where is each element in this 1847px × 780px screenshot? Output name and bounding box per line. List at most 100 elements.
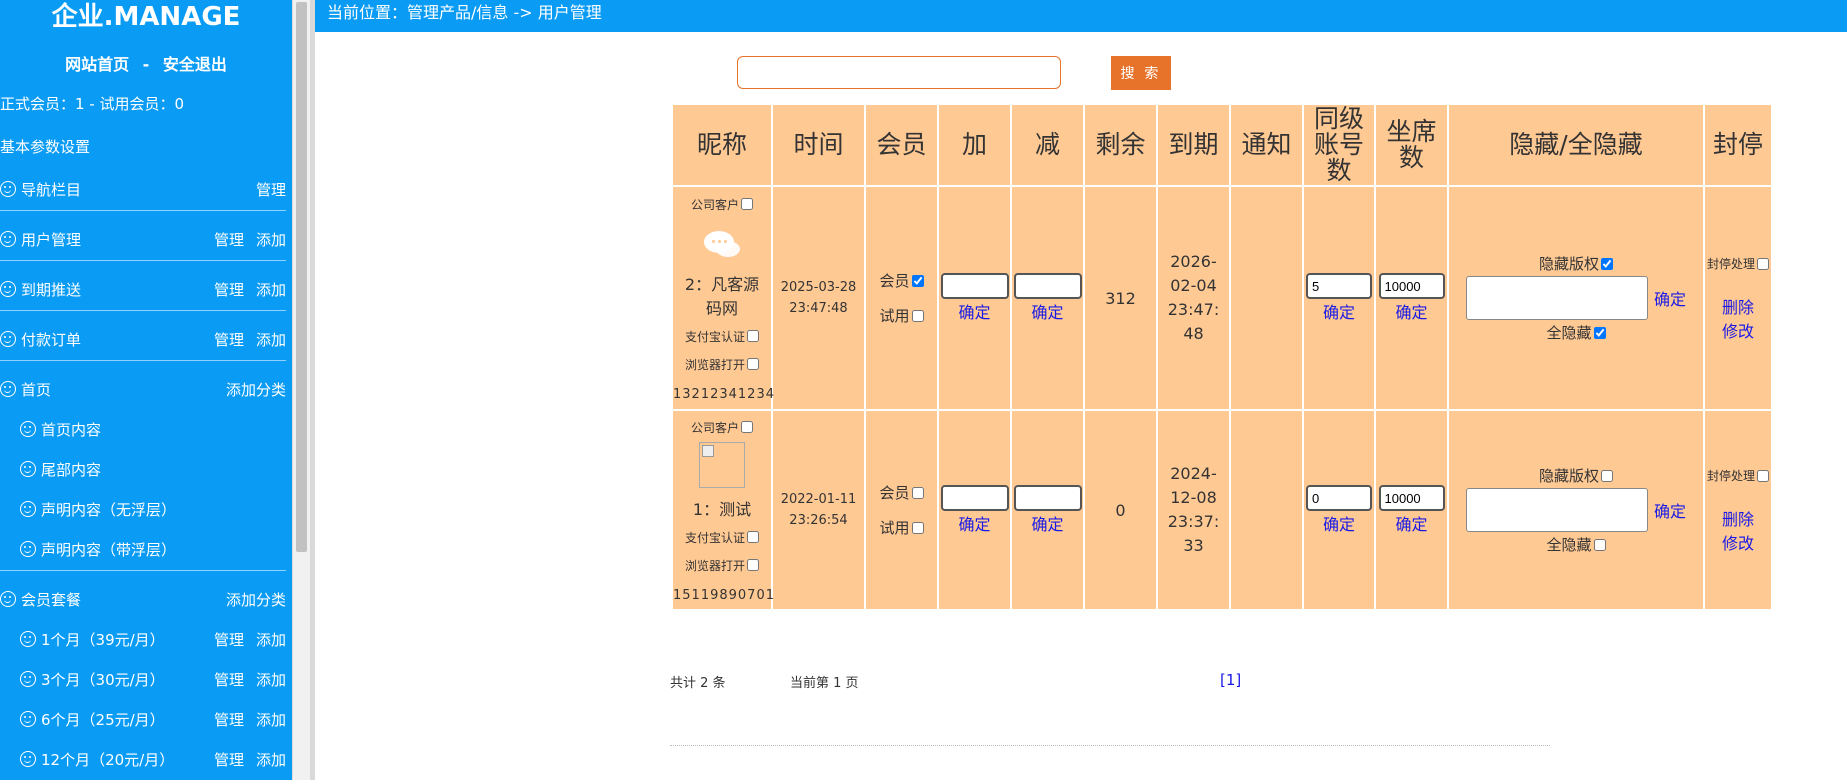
hide-confirm-link[interactable]: 确定 xyxy=(1654,286,1686,310)
manage-link[interactable]: 管理 xyxy=(214,709,244,730)
manage-link[interactable]: 管理 xyxy=(214,229,244,250)
add-link[interactable]: 添加 xyxy=(256,279,286,300)
search-input[interactable] xyxy=(737,56,1061,89)
page-link-1[interactable]: [1] xyxy=(1220,671,1241,689)
trial-checkbox[interactable] xyxy=(911,309,924,322)
edit-link[interactable]: 修改 xyxy=(1705,318,1771,342)
hide-confirm-link[interactable]: 确定 xyxy=(1654,498,1686,522)
sidebar-item[interactable]: 会员套餐 添加分类 xyxy=(0,579,292,619)
sidebar-item-label-wrap: 声明内容（无浮层） xyxy=(0,499,292,520)
company-customer-checkbox[interactable] xyxy=(741,198,753,210)
sidebar-item[interactable]: 导航栏目 管理 xyxy=(0,169,292,211)
sidebar-item-label[interactable]: 12个月（20元/月） xyxy=(41,749,174,770)
add-link[interactable]: 添加 xyxy=(256,749,286,770)
add-link[interactable]: 添加 xyxy=(256,629,286,650)
member-checkbox[interactable] xyxy=(911,274,924,287)
seats-input[interactable] xyxy=(1378,485,1445,511)
hide-all-checkbox[interactable] xyxy=(1593,326,1606,339)
same-level-confirm-link[interactable]: 确定 xyxy=(1304,511,1374,535)
subtract-confirm-link[interactable]: 确定 xyxy=(1012,299,1083,323)
add-link[interactable]: 添加 xyxy=(256,229,286,250)
add-days-input[interactable] xyxy=(940,485,1009,511)
edit-link[interactable]: 修改 xyxy=(1705,530,1771,554)
sidebar-item-label[interactable]: 付款订单 xyxy=(21,329,81,350)
sidebar-item[interactable]: 付款订单 管理 添加 xyxy=(0,319,292,361)
same-level-input[interactable] xyxy=(1306,485,1372,511)
search-button[interactable]: 搜 索 xyxy=(1111,56,1171,90)
sidebar-item-label[interactable]: 首页 xyxy=(21,379,51,400)
sidebar-item[interactable]: 首页 添加分类 xyxy=(0,369,292,409)
ban-wrap: 封停处理 xyxy=(1707,467,1769,484)
cell-line: 公司客户 xyxy=(673,418,771,436)
add-link[interactable]: 添加 xyxy=(256,329,286,350)
sidebar-item-label[interactable]: 声明内容（无浮层） xyxy=(41,499,176,520)
add-confirm-link[interactable]: 确定 xyxy=(939,299,1010,323)
sidebar-item[interactable]: 尾部内容 xyxy=(0,449,292,489)
manage-link[interactable]: 管理 xyxy=(214,629,244,650)
alipay-verify-checkbox[interactable] xyxy=(747,330,759,342)
seats-input[interactable] xyxy=(1378,273,1445,299)
browser-open-checkbox[interactable] xyxy=(747,358,759,370)
subtract-confirm-link[interactable]: 确定 xyxy=(1012,511,1083,535)
alipay-verify-checkbox[interactable] xyxy=(747,531,759,543)
browser-open-checkbox[interactable] xyxy=(747,559,759,571)
sidebar-scrollbar[interactable] xyxy=(292,0,311,780)
home-link[interactable]: 网站首页 xyxy=(65,51,129,75)
hide-text-input[interactable] xyxy=(1465,488,1648,532)
same-level-confirm-link[interactable]: 确定 xyxy=(1304,299,1374,323)
hide-all-checkbox[interactable] xyxy=(1593,538,1606,551)
ban-checkbox[interactable] xyxy=(1757,469,1769,482)
delete-link[interactable]: 删除 xyxy=(1705,294,1771,318)
logout-link[interactable]: 安全退出 xyxy=(163,51,227,75)
trial-checkbox[interactable] xyxy=(911,521,924,534)
column-header: 封停 xyxy=(1703,103,1773,187)
sidebar-item-label[interactable]: 尾部内容 xyxy=(41,459,101,480)
subtract-days-input[interactable] xyxy=(1013,273,1082,299)
ban-checkbox[interactable] xyxy=(1757,257,1769,270)
sidebar-item-label[interactable]: 到期推送 xyxy=(21,279,81,300)
delete-link[interactable]: 删除 xyxy=(1705,506,1771,530)
subtract-days-input[interactable] xyxy=(1013,485,1082,511)
sidebar-item[interactable]: 3个月（30元/月） 管理 添加 xyxy=(0,659,292,699)
hide-copyright-checkbox[interactable] xyxy=(1601,257,1613,270)
sidebar-item-label[interactable]: 6个月（25元/月） xyxy=(41,709,165,730)
add-category-link[interactable]: 添加分类 xyxy=(226,379,286,400)
manage-link[interactable]: 管理 xyxy=(214,329,244,350)
sidebar-item[interactable]: 声明内容（带浮层） xyxy=(0,529,292,571)
add-category-link[interactable]: 添加分类 xyxy=(226,589,286,610)
sidebar-item-label[interactable]: 用户管理 xyxy=(21,229,81,250)
hide-copyright-checkbox[interactable] xyxy=(1601,469,1613,482)
basic-settings-link[interactable]: 基本参数设置 xyxy=(0,136,292,157)
expire-datetime: 2026-02-04 23:47:48 xyxy=(1167,252,1220,343)
manage-link[interactable]: 管理 xyxy=(214,279,244,300)
sidebar-item[interactable]: 1个月（39元/月） 管理 添加 xyxy=(0,619,292,659)
manage-link[interactable]: 管理 xyxy=(214,749,244,770)
sidebar-item-label[interactable]: 导航栏目 xyxy=(21,179,81,200)
sidebar-item[interactable]: 6个月（25元/月） 管理 添加 xyxy=(0,699,292,739)
scrollbar-thumb[interactable] xyxy=(296,2,307,552)
sidebar-item-label[interactable]: 会员套餐 xyxy=(21,589,81,610)
member-checkbox[interactable] xyxy=(911,486,924,499)
sidebar-item[interactable]: 首页内容 xyxy=(0,409,292,449)
alipay-verify-label: 支付宝认证 xyxy=(684,329,745,344)
same-level-input[interactable] xyxy=(1306,273,1372,299)
add-confirm-link[interactable]: 确定 xyxy=(939,511,1010,535)
add-days-input[interactable] xyxy=(940,273,1009,299)
company-customer-checkbox[interactable] xyxy=(741,421,753,433)
sidebar-item-label[interactable]: 1个月（39元/月） xyxy=(41,629,165,650)
seats-confirm-link[interactable]: 确定 xyxy=(1376,299,1447,323)
manage-link[interactable]: 管理 xyxy=(256,179,286,200)
manage-link[interactable]: 管理 xyxy=(214,669,244,690)
footer-divider xyxy=(670,745,1550,746)
sidebar-item[interactable]: 到期推送 管理 添加 xyxy=(0,269,292,311)
add-link[interactable]: 添加 xyxy=(256,709,286,730)
sidebar-item-label[interactable]: 3个月（30元/月） xyxy=(41,669,165,690)
add-link[interactable]: 添加 xyxy=(256,669,286,690)
seats-confirm-link[interactable]: 确定 xyxy=(1376,511,1447,535)
sidebar-item-label[interactable]: 首页内容 xyxy=(41,419,101,440)
sidebar-item[interactable]: 声明内容（无浮层） xyxy=(0,489,292,529)
sidebar-item[interactable]: 用户管理 管理 添加 xyxy=(0,219,292,261)
sidebar-item[interactable]: 12个月（20元/月） 管理 添加 xyxy=(0,739,292,779)
sidebar-item-label[interactable]: 声明内容（带浮层） xyxy=(41,539,176,560)
hide-text-input[interactable] xyxy=(1465,276,1648,320)
